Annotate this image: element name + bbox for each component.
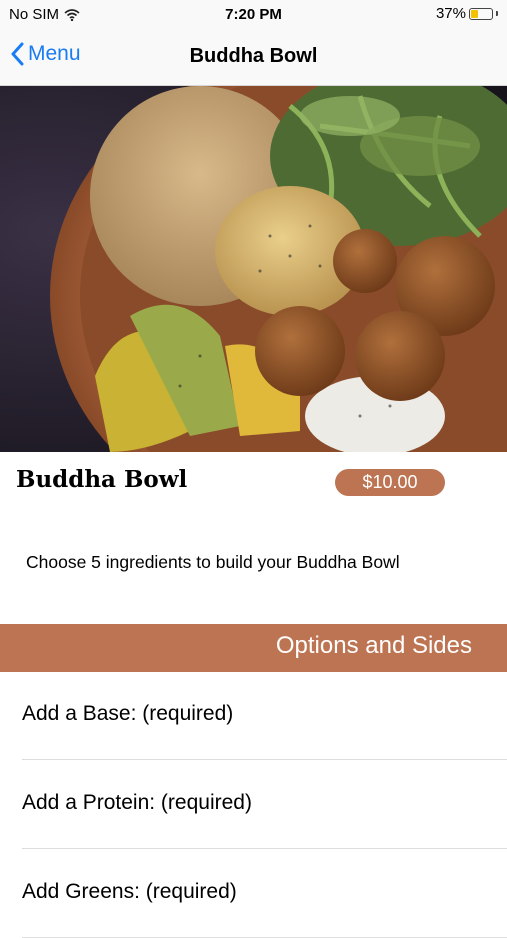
buddha-bowl-image	[0, 86, 507, 452]
option-label: Add Greens: (required)	[22, 880, 237, 903]
price-badge: $10.00	[335, 469, 445, 496]
dish-description: Choose 5 ingredients to build your Buddh…	[26, 552, 400, 572]
dish-photo	[0, 86, 507, 452]
status-time: 7:20 PM	[225, 6, 282, 23]
battery-tip	[496, 11, 498, 16]
dish-name: Buddha Bowl	[16, 466, 188, 493]
navigation-bar: Menu Buddha Bowl	[0, 30, 507, 86]
battery-icon	[469, 7, 493, 20]
option-label: Add a Protein: (required)	[22, 791, 252, 814]
option-row-base[interactable]: Add a Base: (required)	[22, 672, 507, 760]
battery-fill	[471, 9, 479, 18]
options-section-header: Options and Sides	[0, 624, 507, 672]
option-label: Add a Base: (required)	[22, 702, 234, 725]
page-title: Buddha Bowl	[189, 45, 318, 67]
battery-indicator: 37%	[436, 5, 498, 22]
option-row-protein[interactable]: Add a Protein: (required)	[22, 761, 507, 849]
options-section-title: Options and Sides	[275, 632, 472, 659]
option-row-greens[interactable]: Add Greens: (required)	[22, 850, 507, 938]
battery-percent: 37%	[435, 5, 466, 22]
status-bar: No SIM 7:20 PM 37%	[0, 0, 507, 30]
